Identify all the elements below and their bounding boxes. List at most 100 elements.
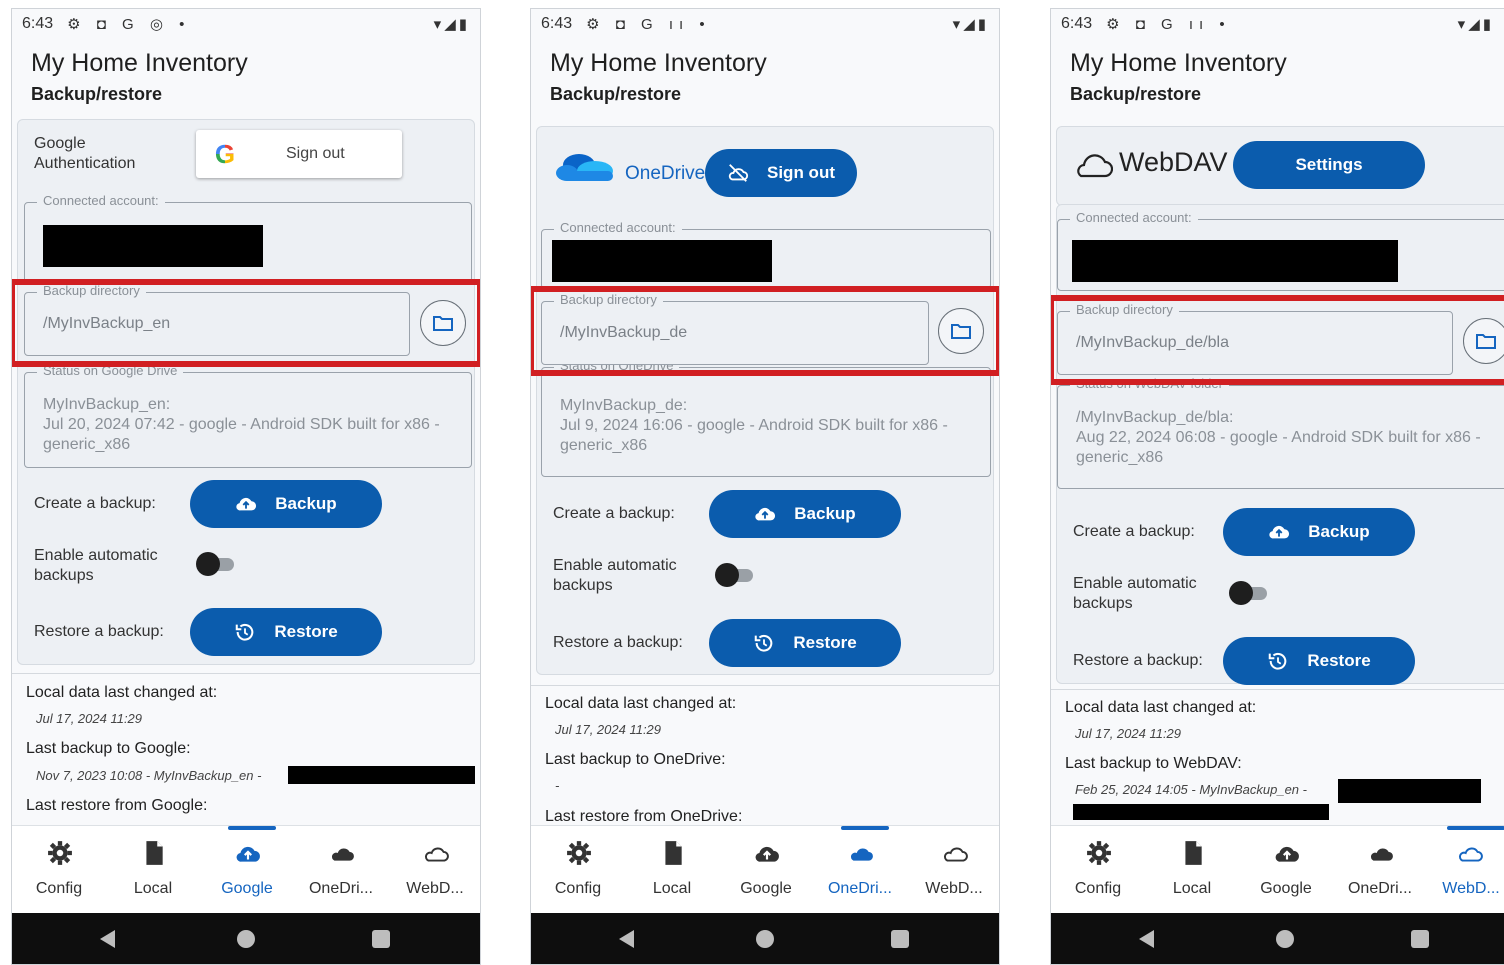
provider-label: Google Authentication — [34, 135, 136, 172]
recents-icon[interactable] — [1411, 930, 1429, 948]
nav-onedrive[interactable]: OneDri... — [1333, 826, 1427, 914]
redacted-backup-info — [1338, 779, 1481, 803]
nav-label: Google — [740, 880, 792, 897]
file-icon — [665, 841, 682, 865]
restore-button[interactable]: Restore — [709, 619, 901, 667]
last-backup-label: Last backup to OneDrive: — [545, 751, 726, 768]
auto-backup-toggle[interactable] — [715, 563, 755, 587]
recents-icon[interactable] — [372, 930, 390, 948]
connected-account-legend: Connected account: — [554, 220, 682, 235]
restore-button[interactable]: Restore — [190, 608, 382, 656]
divider — [531, 685, 999, 686]
active-indicator — [228, 826, 276, 830]
nav-local[interactable]: Local — [625, 826, 719, 914]
auto-backup-label: Enable automatic backups — [553, 557, 677, 594]
back-icon[interactable] — [1139, 930, 1154, 948]
nav-label: Local — [652, 880, 692, 897]
screen-subtitle: Backup/restore — [550, 84, 682, 104]
status-text: MyInvBackup_en: Jul 20, 2024 07:42 - goo… — [43, 396, 440, 453]
history-icon — [755, 634, 773, 652]
status-icons: ⚙ ◘ G ıı • — [1106, 16, 1231, 33]
onedrive-sign-out-button[interactable]: Sign out — [705, 149, 857, 197]
toggle-thumb — [1229, 581, 1253, 605]
backup-button[interactable]: Backup — [1223, 508, 1415, 556]
nav-google[interactable]: Google — [719, 826, 813, 914]
home-icon[interactable] — [1276, 930, 1294, 948]
status-text: MyInvBackup_de: Jul 9, 2024 16:06 - goog… — [560, 397, 948, 454]
bottom-navigation: Config Local Google OneDri... WebD... — [531, 825, 999, 914]
nav-config[interactable]: Config — [12, 826, 106, 914]
cloud-off-icon — [728, 164, 749, 182]
nav-config[interactable]: Config — [1051, 826, 1145, 914]
nav-config[interactable]: Config — [531, 826, 625, 914]
google-sign-out-button[interactable]: G Sign out — [196, 130, 402, 178]
redacted-account — [43, 225, 263, 267]
connected-account-field: Connected account: — [24, 193, 472, 284]
nav-webdav[interactable]: WebD... — [1427, 826, 1504, 914]
create-backup-label: Create a backup: — [553, 505, 675, 522]
screen-subtitle: Backup/restore — [1070, 84, 1202, 104]
highlight-box — [1051, 295, 1504, 385]
nav-label: Local — [1172, 880, 1212, 897]
nav-label: Config — [1074, 880, 1122, 897]
webdav-header-card: WebDAV Settings — [1056, 126, 1504, 206]
app-title: My Home Inventory — [31, 49, 248, 77]
redacted-backup-info — [288, 766, 475, 784]
provider-row: Google Authentication G Sign out — [18, 120, 474, 190]
nav-webdav[interactable]: WebD... — [907, 826, 999, 914]
back-icon[interactable] — [619, 930, 634, 948]
app-title: My Home Inventory — [550, 49, 767, 77]
onedrive-backup-card: OneDrive Sign out Connected account: Sta… — [536, 126, 994, 675]
nav-label: WebD... — [406, 880, 464, 897]
restore-label: Restore a backup: — [553, 634, 683, 651]
google-backup-card: Google Authentication G Sign out Connect… — [17, 119, 475, 665]
nav-local[interactable]: Local — [1145, 826, 1239, 914]
toggle-thumb — [715, 563, 739, 587]
last-restore-label: Last restore from Google: — [26, 797, 208, 814]
connected-account-field: Connected account: — [1057, 210, 1504, 291]
nav-google[interactable]: Google — [1239, 826, 1333, 914]
recents-icon[interactable] — [891, 930, 909, 948]
cloud-upload-icon — [1275, 846, 1299, 862]
system-navigation-bar — [12, 913, 480, 964]
nav-webdav[interactable]: WebD... — [388, 826, 480, 914]
restore-button-label: Restore — [1307, 651, 1371, 670]
backup-button[interactable]: Backup — [709, 490, 901, 538]
status-bar: 6:43 ⚙ ◘ G ıı • ▾◢▮ — [1061, 13, 1494, 35]
restore-button-label: Restore — [274, 622, 338, 641]
status-time: 6:43 — [1061, 15, 1093, 32]
local-changed-label: Local data last changed at: — [26, 684, 218, 701]
nav-onedrive[interactable]: OneDri... — [813, 826, 907, 914]
auto-backup-toggle[interactable] — [196, 552, 236, 576]
restore-button[interactable]: Restore — [1223, 637, 1415, 685]
home-icon[interactable] — [756, 930, 774, 948]
connected-account-field: Connected account: — [541, 220, 991, 289]
redacted-backup-info-2 — [1073, 804, 1329, 820]
backup-button[interactable]: Backup — [190, 480, 382, 528]
nav-onedrive[interactable]: OneDri... — [294, 826, 388, 914]
back-icon[interactable] — [100, 930, 115, 948]
restore-button-label: Restore — [793, 633, 857, 652]
local-changed-label: Local data last changed at: — [545, 695, 737, 712]
nav-google[interactable]: Google — [200, 826, 294, 914]
cloud-icon — [850, 848, 873, 861]
signal-battery-icons: ▾◢▮ — [952, 16, 989, 33]
auto-backup-label: Enable automatic backups — [34, 547, 158, 584]
cloud-icon — [331, 848, 354, 861]
toggle-thumb — [196, 552, 220, 576]
nav-label: Config — [554, 880, 602, 897]
provider-row: OneDrive Sign out — [537, 127, 993, 217]
status-field: Status on OneDrive MyInvBackup_de: Jul 9… — [541, 358, 991, 477]
auto-backup-toggle[interactable] — [1229, 581, 1269, 605]
nav-local[interactable]: Local — [106, 826, 200, 914]
bottom-navigation: Config Local Google OneDri... WebD... — [12, 825, 480, 914]
cloud-upload-icon — [755, 846, 779, 862]
nav-label: Local — [133, 880, 173, 897]
history-icon — [1269, 652, 1287, 670]
home-icon[interactable] — [237, 930, 255, 948]
connected-account-legend: Connected account: — [37, 193, 165, 208]
screen-subtitle: Backup/restore — [31, 84, 163, 104]
restore-label: Restore a backup: — [34, 623, 164, 640]
last-backup-label: Last backup to Google: — [26, 740, 191, 757]
webdav-settings-button[interactable]: Settings — [1233, 141, 1425, 189]
